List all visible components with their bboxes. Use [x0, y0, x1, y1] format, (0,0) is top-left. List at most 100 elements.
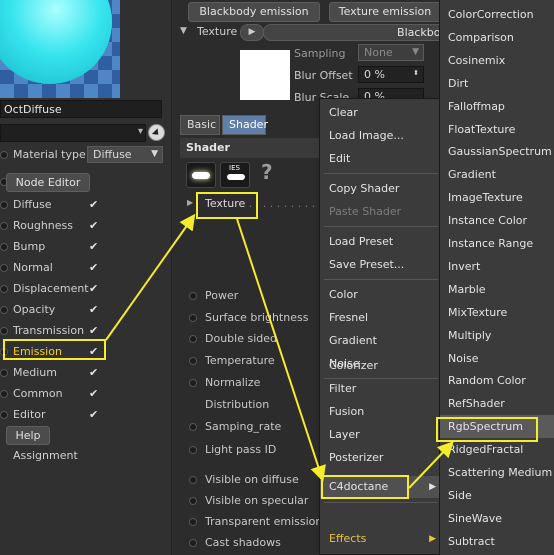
menu-item-clear[interactable]: Clear [320, 102, 442, 124]
menu-item-edit[interactable]: Edit [320, 148, 442, 170]
submenu-item-instance-color[interactable]: Instance Color [440, 209, 554, 232]
collapse-arrow-icon[interactable]: ▼ [180, 26, 187, 36]
channel-roughness-checkbox[interactable]: ✔ [89, 219, 98, 232]
channel-roughness-label[interactable]: Roughness [13, 219, 73, 232]
radio-icon[interactable] [0, 222, 8, 230]
texture-emission-button[interactable]: Texture emission [329, 2, 441, 22]
channel-common-label[interactable]: Common [13, 387, 63, 400]
channel-bump-checkbox[interactable]: ✔ [89, 240, 98, 253]
radio-icon[interactable] [0, 306, 8, 314]
radio-icon[interactable] [189, 476, 197, 484]
material-name-field[interactable]: OctDiffuse [0, 100, 162, 118]
help-question-icon[interactable]: ? [261, 160, 273, 184]
menu-item-fusion[interactable]: Fusion [320, 401, 442, 423]
blur-offset-field[interactable]: 0 % ⬍ [358, 66, 424, 83]
radio-icon[interactable] [189, 539, 197, 547]
radio-icon[interactable] [0, 369, 8, 377]
expand-arrow-icon[interactable]: ▶ [187, 198, 193, 207]
radio-icon[interactable] [0, 390, 8, 398]
channel-common-checkbox[interactable]: ✔ [89, 387, 98, 400]
submenu-item-random-color[interactable]: Random Color [440, 369, 554, 392]
submenu-item-gradient[interactable]: Gradient [440, 163, 554, 186]
submenu-item-colorcorrection[interactable]: ColorCorrection [440, 3, 554, 26]
channel-displacement-label[interactable]: Displacement [13, 282, 89, 295]
submenu-item-gaussianspectrum[interactable]: GaussianSpectrum [440, 140, 554, 163]
submenu-item-instance-range[interactable]: Instance Range [440, 232, 554, 255]
menu-item-paste-shader[interactable]: Paste Shader [320, 201, 442, 223]
submenu-item-floattexture[interactable]: FloatTexture [440, 118, 554, 141]
node-editor-button[interactable]: Node Editor [6, 173, 90, 192]
stepper-icon[interactable]: ⬍ [413, 69, 419, 77]
radio-icon[interactable] [0, 243, 8, 251]
submenu-item-scattering-medium[interactable]: Scattering Medium [440, 461, 554, 484]
submenu-item-imagetexture[interactable]: ImageTexture [440, 186, 554, 209]
submenu-item-invert[interactable]: Invert [440, 255, 554, 278]
radio-icon[interactable] [0, 285, 8, 293]
submenu-item-comparison[interactable]: Comparison [440, 26, 554, 49]
radio-icon[interactable] [0, 264, 8, 272]
menu-item-posterizer[interactable]: Posterizer [320, 447, 442, 469]
material-type-dropdown[interactable]: Diffuse ▼ [87, 146, 163, 163]
submenu-item-refshader[interactable]: RefShader [440, 392, 554, 415]
texture-popup-button[interactable]: ▶ [240, 24, 264, 41]
help-button[interactable]: Help [6, 426, 50, 445]
menu-item-effects[interactable]: Effects ▶ [320, 528, 442, 550]
channel-diffuse-label[interactable]: Diffuse [13, 198, 52, 211]
submenu-item-multiply[interactable]: Multiply [440, 324, 554, 347]
channel-transmission-label[interactable]: Transmission [13, 324, 84, 337]
menu-item-filter[interactable]: Filter [320, 378, 442, 400]
menu-item-save-preset[interactable]: Save Preset... [320, 254, 442, 276]
channel-editor-checkbox[interactable]: ✔ [89, 408, 98, 421]
submenu-item-marble[interactable]: Marble [440, 278, 554, 301]
channel-medium-checkbox[interactable]: ✔ [89, 366, 98, 379]
radio-icon[interactable] [189, 379, 197, 387]
texture-preview-swatch[interactable] [240, 50, 290, 100]
channel-transmission-checkbox[interactable]: ✔ [89, 324, 98, 337]
radio-icon[interactable] [0, 201, 8, 209]
material-link-field[interactable]: ▾ [0, 124, 146, 142]
tab-basic[interactable]: Basic [180, 115, 220, 135]
submenu-item-sinewave[interactable]: SineWave [440, 507, 554, 530]
chevron-down-icon[interactable]: ▾ [138, 126, 143, 137]
radio-icon[interactable] [189, 314, 197, 322]
radio-icon[interactable] [0, 327, 8, 335]
submenu-item-side[interactable]: Side [440, 484, 554, 507]
channel-editor-label[interactable]: Editor [13, 408, 46, 421]
tab-shader[interactable]: Shader [222, 115, 268, 135]
radio-icon[interactable] [189, 292, 197, 300]
menu-item-layer[interactable]: Layer [320, 424, 442, 446]
channel-normal-label[interactable]: Normal [13, 261, 53, 274]
ies-icon[interactable]: IES [220, 162, 250, 188]
channel-opacity-checkbox[interactable]: ✔ [89, 303, 98, 316]
radio-icon[interactable] [189, 518, 197, 526]
blackbody-emission-button[interactable]: Blackbody emission [188, 2, 320, 22]
light-shader-icon[interactable] [186, 162, 216, 188]
picker-icon[interactable] [148, 124, 165, 141]
submenu-item-falloffmap[interactable]: Falloffmap [440, 95, 554, 118]
channel-normal-checkbox[interactable]: ✔ [89, 261, 98, 274]
radio-icon[interactable] [0, 151, 8, 159]
menu-item-fresnel[interactable]: Fresnel [320, 307, 442, 329]
radio-icon[interactable] [0, 411, 8, 419]
texture-field[interactable]: Blackbody [263, 24, 463, 41]
menu-item-color[interactable]: Color [320, 284, 442, 306]
channel-opacity-label[interactable]: Opacity [13, 303, 55, 316]
submenu-item-subtract[interactable]: Subtract [440, 530, 554, 553]
radio-icon[interactable] [189, 357, 197, 365]
radio-icon[interactable] [189, 446, 197, 454]
radio-icon[interactable] [189, 423, 197, 431]
menu-item-load-preset[interactable]: Load Preset [320, 231, 442, 253]
channel-medium-label[interactable]: Medium [13, 366, 57, 379]
submenu-item-mixtexture[interactable]: MixTexture [440, 301, 554, 324]
channel-bump-label[interactable]: Bump [13, 240, 45, 253]
submenu-item-cosinemix[interactable]: Cosinemix [440, 49, 554, 72]
menu-item-load-image[interactable]: Load Image... [320, 125, 442, 147]
channel-displacement-checkbox[interactable]: ✔ [89, 282, 98, 295]
menu-item-gradient[interactable]: Gradient [320, 330, 442, 352]
submenu-item-dirt[interactable]: Dirt [440, 72, 554, 95]
radio-icon[interactable] [189, 497, 197, 505]
menu-item-colorizer[interactable]: Colorizer [320, 355, 442, 377]
radio-icon[interactable] [189, 335, 197, 343]
submenu-item-noise[interactable]: Noise [440, 347, 554, 370]
channel-diffuse-checkbox[interactable]: ✔ [89, 198, 98, 211]
